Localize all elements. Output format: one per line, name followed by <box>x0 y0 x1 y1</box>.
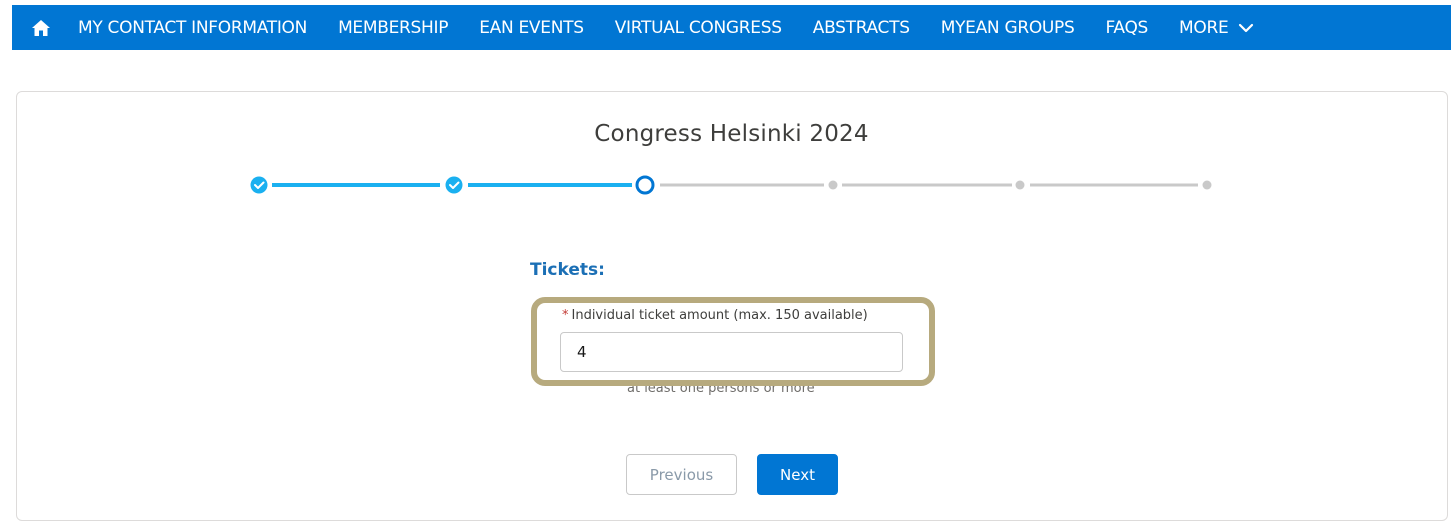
nav-item-faqs[interactable]: FAQS <box>1106 18 1149 38</box>
progress-indicator <box>250 175 1212 195</box>
nav-item-abstracts[interactable]: ABSTRACTS <box>813 18 910 38</box>
next-button[interactable]: Next <box>757 454 838 495</box>
progress-step-4-upcoming-icon <box>828 180 838 190</box>
highlight-outline <box>531 297 935 386</box>
top-nav: MY CONTACT INFORMATION MEMBERSHIP EAN EV… <box>12 5 1451 50</box>
nav-item-more-label: MORE <box>1179 17 1229 38</box>
nav-item-membership[interactable]: MEMBERSHIP <box>338 18 448 38</box>
progress-step-5-upcoming-icon <box>1015 180 1025 190</box>
progress-step-1-complete-icon[interactable] <box>250 176 268 194</box>
page-title: Congress Helsinki 2024 <box>594 121 869 147</box>
chevron-down-icon <box>1238 23 1254 33</box>
progress-step-2-complete-icon[interactable] <box>445 176 463 194</box>
nav-item-my-contact-information[interactable]: MY CONTACT INFORMATION <box>78 18 307 38</box>
nav-item-more[interactable]: MORE <box>1179 18 1254 38</box>
progress-step-6-upcoming-icon <box>1202 180 1212 190</box>
tickets-heading: Tickets: <box>530 260 605 280</box>
progress-step-3-current-icon[interactable] <box>635 175 655 195</box>
nav-item-ean-events[interactable]: EAN EVENTS <box>479 18 584 38</box>
previous-button[interactable]: Previous <box>626 454 737 495</box>
nav-item-myean-groups[interactable]: MYEAN GROUPS <box>941 18 1075 38</box>
home-button[interactable] <box>20 5 62 50</box>
home-icon <box>32 19 50 36</box>
nav-item-virtual-congress[interactable]: VIRTUAL CONGRESS <box>615 18 782 38</box>
